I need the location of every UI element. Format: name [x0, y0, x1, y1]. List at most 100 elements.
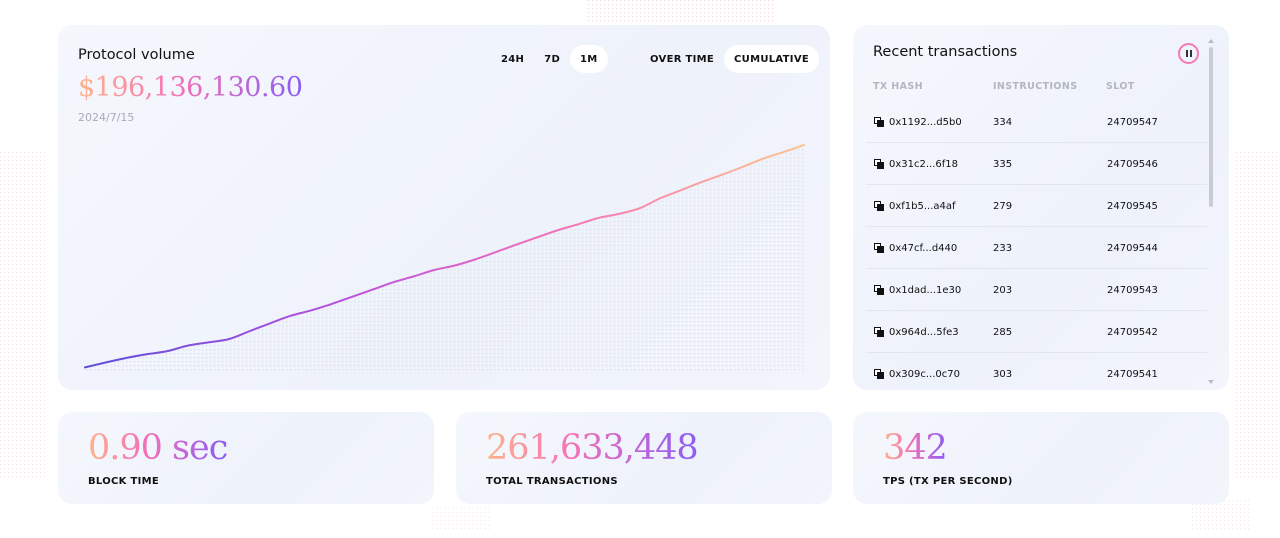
tx-hash: 0x309c...0c70	[889, 368, 960, 380]
copy-icon[interactable]	[874, 159, 884, 169]
chart-point[interactable]	[720, 173, 724, 177]
tx-instructions: 203	[993, 284, 1013, 296]
table-row[interactable]: 0x1192...d5b0 334 24709547	[866, 101, 1207, 143]
tps-card: 342 TPS (TX PER SECOND)	[853, 412, 1229, 504]
chart-point[interactable]	[699, 180, 703, 184]
column-header-tx-hash: TX HASH	[873, 81, 924, 92]
table-row[interactable]: 0x31c2...6f18 335 24709546	[866, 143, 1207, 185]
total-transactions-label: TOTAL TRANSACTIONS	[486, 476, 618, 487]
chart-point[interactable]	[309, 308, 313, 312]
chart-point[interactable]	[658, 196, 662, 200]
chart-point[interactable]	[186, 344, 190, 348]
table-row[interactable]: 0x1dad...1e30 203 24709543	[866, 269, 1207, 311]
tx-instructions: 335	[993, 158, 1013, 170]
transactions-scrollbar[interactable]	[1208, 39, 1214, 384]
volume-title: Protocol volume	[78, 47, 195, 63]
copy-icon[interactable]	[874, 243, 884, 253]
volume-amount: $196,136,130.60	[78, 72, 303, 103]
table-row[interactable]: 0x964d...5fe3 285 24709542	[866, 311, 1207, 353]
protocol-volume-card: Protocol volume $196,136,130.60 2024/7/1…	[58, 25, 830, 390]
chart-point[interactable]	[679, 188, 683, 192]
scroll-up-arrow-icon[interactable]	[1208, 39, 1214, 43]
range-24h-button[interactable]: 24H	[491, 45, 534, 73]
chart-point[interactable]	[83, 365, 87, 369]
chart-point[interactable]	[802, 143, 806, 147]
chart-point[interactable]	[494, 250, 498, 254]
range-selector: 24H 7D 1M	[491, 45, 608, 73]
tx-hash: 0x1192...d5b0	[889, 116, 962, 128]
tx-slot: 24709546	[1107, 158, 1158, 170]
copy-icon[interactable]	[874, 369, 884, 379]
chart-point[interactable]	[227, 337, 231, 341]
volume-date: 2024/7/15	[78, 111, 135, 124]
recent-transactions-card: Recent transactions TX HASH INSTRUCTIONS…	[853, 25, 1229, 390]
chart-point[interactable]	[453, 264, 457, 268]
chart-point[interactable]	[350, 295, 354, 299]
copy-icon[interactable]	[874, 327, 884, 337]
tx-slot: 24709542	[1107, 326, 1158, 338]
chart-point[interactable]	[145, 352, 149, 356]
chart-point[interactable]	[104, 361, 108, 365]
tps-label: TPS (TX PER SECOND)	[883, 476, 1013, 487]
scroll-down-arrow-icon[interactable]	[1208, 380, 1214, 384]
tx-instructions: 285	[993, 326, 1013, 338]
total-transactions-card: 261,633,448 TOTAL TRANSACTIONS	[456, 412, 832, 504]
tx-instructions: 279	[993, 200, 1013, 212]
chart-point[interactable]	[740, 165, 744, 169]
copy-icon[interactable]	[874, 201, 884, 211]
chart-point[interactable]	[268, 321, 272, 325]
chart-point[interactable]	[432, 268, 436, 272]
range-7d-button[interactable]: 7D	[534, 45, 570, 73]
block-time-card: 0.90 sec BLOCK TIME	[58, 412, 434, 504]
chart-point[interactable]	[473, 257, 477, 261]
mode-selector: OVER TIME CUMULATIVE	[640, 45, 819, 73]
chart-point[interactable]	[761, 157, 765, 161]
copy-icon[interactable]	[874, 285, 884, 295]
transactions-title: Recent transactions	[873, 44, 1018, 60]
tx-hash: 0x964d...5fe3	[889, 326, 959, 338]
tx-slot: 24709545	[1107, 200, 1158, 212]
column-header-instructions: INSTRUCTIONS	[993, 81, 1078, 92]
tps-value: 342	[883, 428, 948, 468]
tx-instructions: 303	[993, 368, 1013, 380]
scroll-thumb[interactable]	[1209, 47, 1213, 207]
chart-point[interactable]	[412, 274, 416, 278]
tx-slot: 24709544	[1107, 242, 1158, 254]
tx-hash: 0x1dad...1e30	[889, 284, 962, 296]
chart-point[interactable]	[576, 222, 580, 226]
copy-icon[interactable]	[874, 117, 884, 127]
block-time-value: 0.90 sec	[88, 428, 228, 468]
chart-point[interactable]	[371, 288, 375, 292]
tx-slot: 24709547	[1107, 116, 1158, 128]
chart-point[interactable]	[288, 314, 292, 318]
table-row[interactable]: 0xf1b5...a4af 279 24709545	[866, 185, 1207, 227]
mode-over-time-button[interactable]: OVER TIME	[640, 45, 724, 73]
column-header-slot: SLOT	[1106, 81, 1135, 92]
chart-point[interactable]	[555, 228, 559, 232]
chart-point[interactable]	[617, 212, 621, 216]
chart-point[interactable]	[165, 349, 169, 353]
chart-point[interactable]	[206, 340, 210, 344]
table-row[interactable]: 0x309c...0c70 303 24709541	[866, 353, 1207, 390]
block-time-label: BLOCK TIME	[88, 476, 160, 487]
tx-hash: 0x47cf...d440	[889, 242, 958, 254]
tx-slot: 24709541	[1107, 368, 1158, 380]
chart-point[interactable]	[247, 329, 251, 333]
chart-point[interactable]	[514, 243, 518, 247]
range-1m-button[interactable]: 1M	[570, 45, 608, 73]
chart-point[interactable]	[391, 280, 395, 284]
tx-instructions: 334	[993, 116, 1013, 128]
chart-area-fill	[85, 145, 804, 372]
chart-point[interactable]	[781, 150, 785, 154]
tx-instructions: 233	[993, 242, 1013, 254]
chart-point[interactable]	[535, 235, 539, 239]
tx-slot: 24709543	[1107, 284, 1158, 296]
chart-point[interactable]	[597, 216, 601, 220]
chart-point[interactable]	[330, 302, 334, 306]
chart-point[interactable]	[124, 356, 128, 360]
pause-icon[interactable]	[1178, 43, 1199, 64]
chart-point[interactable]	[638, 206, 642, 210]
table-row[interactable]: 0x47cf...d440 233 24709544	[866, 227, 1207, 269]
tx-hash: 0xf1b5...a4af	[889, 200, 956, 212]
mode-cumulative-button[interactable]: CUMULATIVE	[724, 45, 819, 73]
